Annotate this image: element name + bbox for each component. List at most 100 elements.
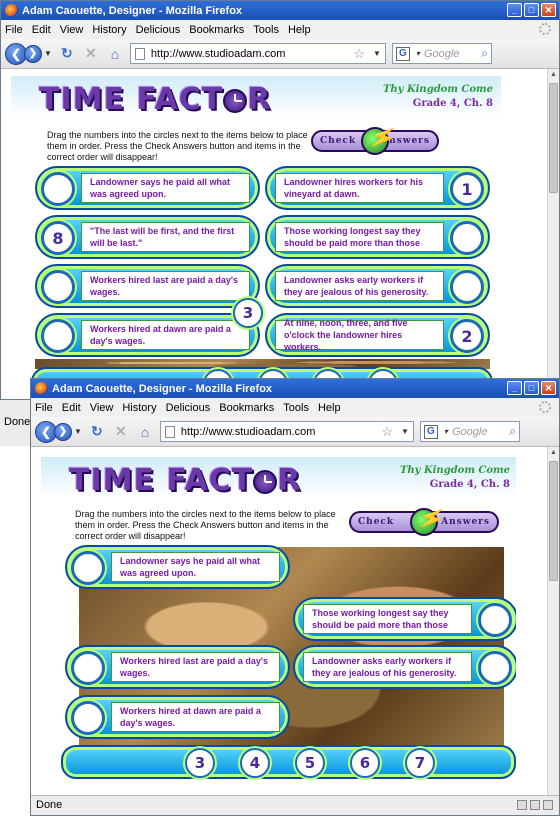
event-card[interactable]: Landowner says he paid all what was agre…	[35, 166, 260, 210]
menu-tools[interactable]: Tools	[253, 24, 279, 36]
vertical-scrollbar[interactable]: ▲	[547, 447, 559, 795]
number-chip[interactable]: 3	[185, 748, 215, 778]
event-card[interactable]: Those working longest say they should be…	[293, 597, 516, 641]
event-card[interactable]: 2 At nine, noon, three, and five o'clock…	[265, 313, 490, 357]
game-area: TIME FACT R Thy Kingdom Come Grade 4, Ch.…	[41, 457, 516, 787]
event-card[interactable]: Landowner asks early workers if they are…	[265, 264, 490, 308]
minimize-button[interactable]: _	[507, 381, 522, 395]
search-box[interactable]: G ▾ Google ⌕	[419, 421, 520, 442]
scroll-up-icon[interactable]: ▲	[548, 447, 559, 459]
status-icon-c[interactable]	[543, 800, 553, 810]
search-box[interactable]: G ▾ Google ⌕	[391, 43, 492, 64]
drop-circle[interactable]	[450, 221, 484, 255]
menu-history[interactable]: History	[92, 24, 126, 36]
menu-help[interactable]: Help	[318, 402, 341, 414]
scroll-thumb[interactable]	[549, 461, 558, 581]
event-text: Those working longest say they should be…	[303, 604, 472, 634]
maximize-button[interactable]: □	[524, 381, 539, 395]
menu-delicious[interactable]: Delicious	[136, 24, 181, 36]
search-icon[interactable]: ⌕	[481, 46, 488, 61]
bookmark-star-icon[interactable]: ☆	[381, 424, 393, 440]
menu-edit[interactable]: Edit	[32, 24, 51, 36]
search-engine-dropdown-icon[interactable]: ▾	[416, 49, 420, 58]
event-card[interactable]: Landowner says he paid all what was agre…	[65, 545, 290, 589]
url-dropdown-icon[interactable]: ▼	[373, 49, 381, 58]
url-bar[interactable]: http://www.studioadam.com ☆ ▼	[159, 421, 414, 442]
drop-circle[interactable]	[478, 651, 512, 685]
event-card[interactable]: Workers hired at dawn are paid a day's w…	[65, 695, 290, 739]
reload-icon[interactable]: ↻	[88, 423, 106, 440]
url-bar[interactable]: http://www.studioadam.com ☆ ▼	[129, 43, 386, 64]
page-icon	[164, 425, 175, 438]
chapter-info: Thy Kingdom Come Grade 4, Ch. 8	[383, 84, 493, 109]
number-chip[interactable]: 7	[405, 748, 435, 778]
drop-circle[interactable]: 8	[41, 221, 75, 255]
close-button[interactable]: ✕	[541, 3, 556, 17]
search-icon[interactable]: ⌕	[509, 424, 516, 439]
game-logo: TIME FACT R	[39, 82, 271, 117]
menu-bookmarks[interactable]: Bookmarks	[219, 402, 274, 414]
instructions: Drag the numbers into the circles next t…	[47, 130, 308, 162]
window-title: Adam Caouette, Designer - Mozilla Firefo…	[52, 382, 273, 395]
google-logo-icon[interactable]: G	[423, 424, 438, 439]
stop-icon[interactable]: ✕	[112, 423, 130, 440]
forward-button[interactable]: ❯	[24, 44, 42, 63]
event-card[interactable]: Workers hired last are paid a day's wage…	[65, 645, 290, 689]
drop-circle[interactable]	[71, 701, 105, 735]
history-dropdown-icon[interactable]: ▼	[44, 49, 52, 58]
menu-view[interactable]: View	[60, 24, 84, 36]
drop-circle[interactable]: 2	[450, 319, 484, 353]
drop-circle[interactable]	[41, 172, 75, 206]
stop-icon[interactable]: ✕	[82, 45, 100, 62]
logo-text: TIME FACT R	[69, 463, 302, 498]
menu-view[interactable]: View	[90, 402, 114, 414]
forward-button[interactable]: ❯	[54, 422, 72, 441]
event-card[interactable]: 1 Landowner hires workers for his vineya…	[265, 166, 490, 210]
drop-circle[interactable]	[41, 270, 75, 304]
event-card[interactable]: Those working longest say they should be…	[265, 215, 490, 259]
maximize-button[interactable]: □	[524, 3, 539, 17]
history-dropdown-icon[interactable]: ▼	[74, 427, 82, 436]
number-chip[interactable]: 4	[240, 748, 270, 778]
drop-circle[interactable]	[41, 319, 75, 353]
menu-file[interactable]: File	[5, 24, 23, 36]
menu-help[interactable]: Help	[288, 24, 311, 36]
number-chip[interactable]: 5	[295, 748, 325, 778]
event-card[interactable]: Workers hired last are paid a day's wage…	[35, 264, 260, 308]
drop-circle[interactable]	[450, 270, 484, 304]
home-icon[interactable]: ⌂	[106, 46, 124, 62]
number-chip-dragging[interactable]: 3	[233, 298, 263, 328]
minimize-button[interactable]: _	[507, 3, 522, 17]
drop-circle[interactable]	[71, 551, 105, 585]
browser-window-1: Adam Caouette, Designer - Mozilla Firefo…	[0, 0, 560, 400]
close-button[interactable]: ✕	[541, 381, 556, 395]
status-icon-b[interactable]	[530, 800, 540, 810]
number-chip[interactable]: 6	[350, 748, 380, 778]
event-text: Landowner asks early workers if they are…	[275, 271, 444, 301]
drop-circle[interactable]: 1	[450, 172, 484, 206]
google-logo-icon[interactable]: G	[395, 46, 410, 61]
event-card[interactable]: 8 "The last will be first, and the first…	[35, 215, 260, 259]
menu-bookmarks[interactable]: Bookmarks	[189, 24, 244, 36]
bookmark-star-icon[interactable]: ☆	[353, 46, 365, 62]
scroll-up-icon[interactable]: ▲	[548, 69, 559, 81]
check-answers-button[interactable]: Check ⚡ Answers	[311, 121, 439, 155]
reload-icon[interactable]: ↻	[58, 45, 76, 62]
drop-circle[interactable]	[478, 603, 512, 637]
menu-file[interactable]: File	[35, 402, 53, 414]
search-engine-dropdown-icon[interactable]: ▾	[444, 427, 448, 436]
menu-delicious[interactable]: Delicious	[166, 402, 211, 414]
menu-edit[interactable]: Edit	[62, 402, 81, 414]
check-label: Check	[320, 136, 357, 146]
menu-history[interactable]: History	[122, 402, 156, 414]
home-icon[interactable]: ⌂	[136, 424, 154, 440]
url-dropdown-icon[interactable]: ▼	[401, 427, 409, 436]
menu-tools[interactable]: Tools	[283, 402, 309, 414]
scroll-thumb[interactable]	[549, 83, 558, 193]
drop-circle[interactable]	[71, 651, 105, 685]
event-card[interactable]: Workers hired at dawn are paid a day's w…	[35, 313, 260, 357]
event-card[interactable]: Landowner asks early workers if they are…	[293, 645, 516, 689]
vertical-scrollbar[interactable]: ▲	[547, 69, 559, 399]
check-answers-button[interactable]: Check ⚡ Answers	[349, 502, 499, 536]
status-icon-a[interactable]	[517, 800, 527, 810]
